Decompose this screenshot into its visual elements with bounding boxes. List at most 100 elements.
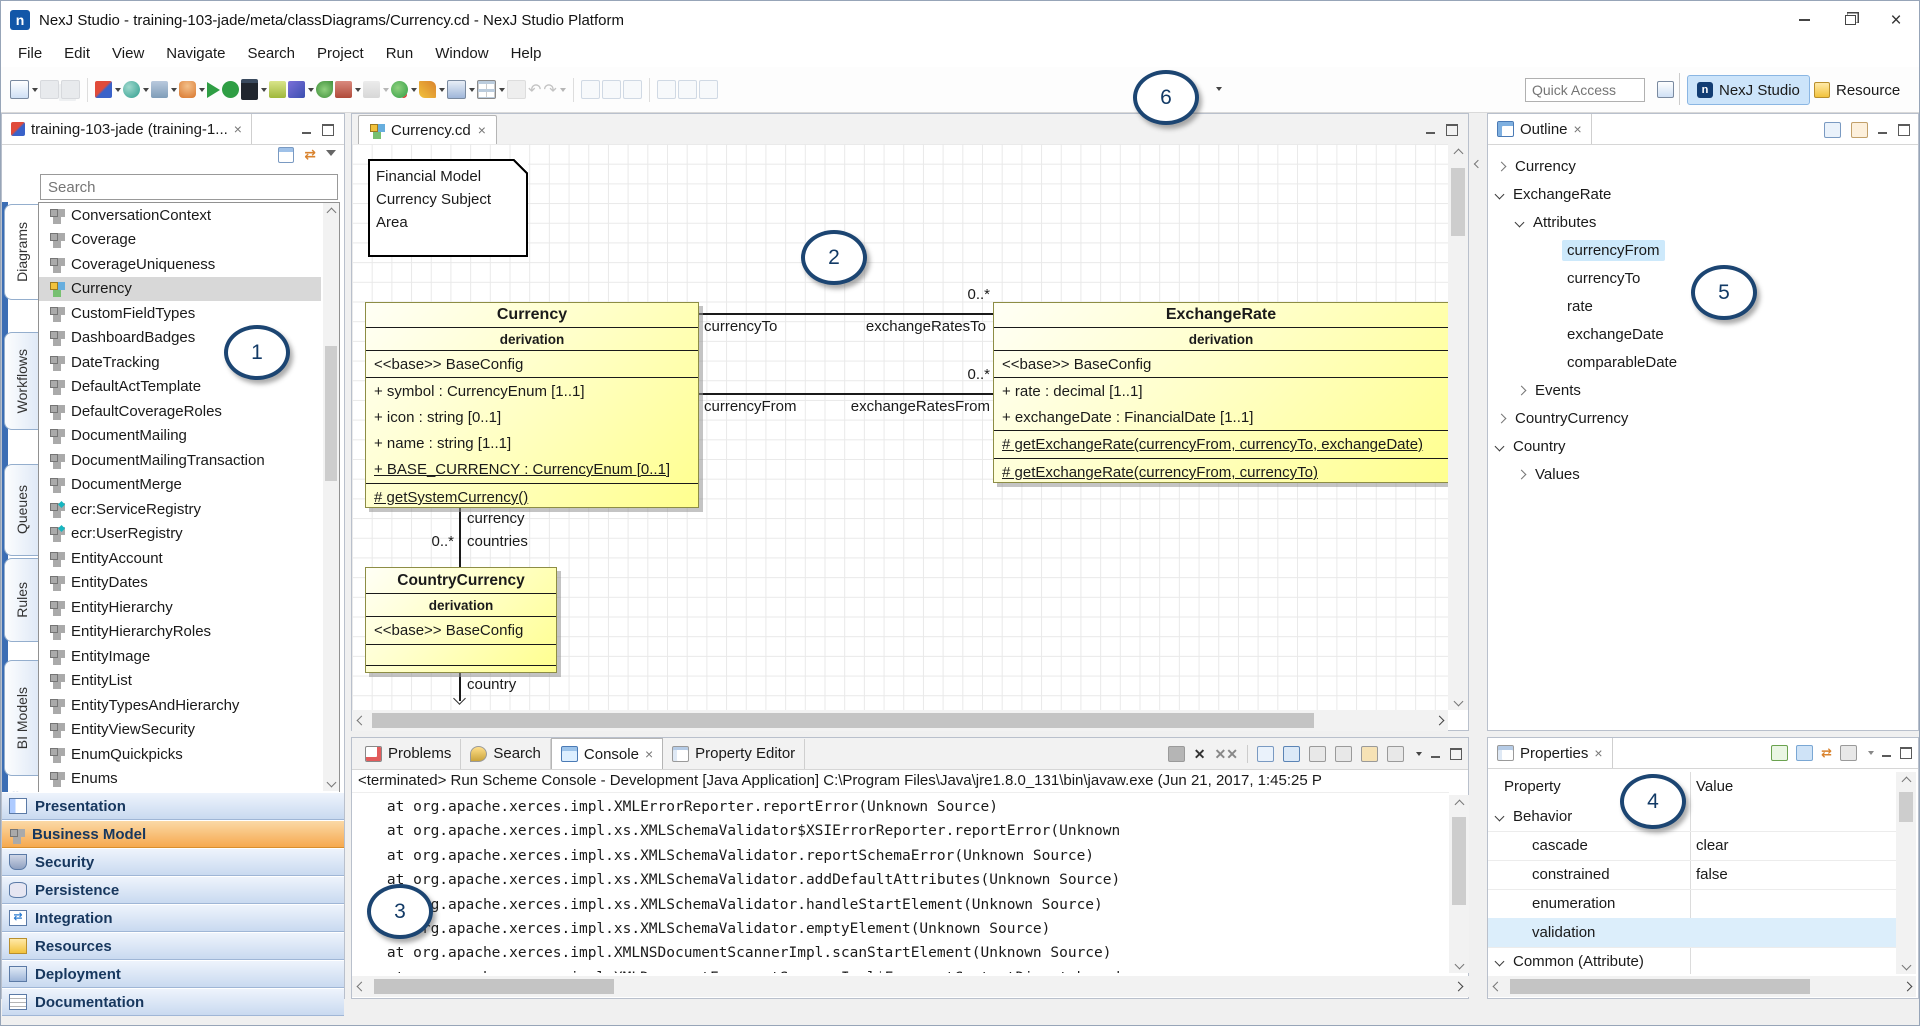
- redo-icon[interactable]: ↷: [543, 77, 565, 103]
- new-from-icon[interactable]: [507, 77, 526, 103]
- section-security[interactable]: Security: [2, 848, 344, 876]
- maximize-panel-icon[interactable]: [322, 124, 334, 136]
- menu-navigate[interactable]: Navigate: [155, 41, 236, 66]
- minimize-panel-icon[interactable]: [1882, 749, 1892, 758]
- tab-rules[interactable]: Rules: [4, 558, 40, 642]
- remove-all-launches-icon[interactable]: ✕✕: [1215, 746, 1238, 763]
- list-item[interactable]: EnumQuickpicks: [39, 742, 321, 767]
- tree-item-country-currency[interactable]: CountryCurrency: [1488, 404, 1908, 432]
- expand-all-icon[interactable]: [1824, 122, 1841, 138]
- console-horizontal-scrollbar[interactable]: [352, 976, 1469, 997]
- pin-console-icon[interactable]: [1361, 746, 1378, 762]
- display-console-icon[interactable]: [1387, 746, 1404, 762]
- list-item[interactable]: EntityTypesAndHierarchy: [39, 693, 321, 718]
- quick-access-input[interactable]: [1525, 78, 1645, 102]
- list-item[interactable]: DocumentMailing: [39, 424, 321, 449]
- list-item[interactable]: ConversationContext: [39, 203, 321, 228]
- close-window-button[interactable]: ×: [1873, 1, 1919, 39]
- list-item[interactable]: EntityAccount: [39, 546, 321, 571]
- tree-item-attributes[interactable]: Attributes: [1488, 208, 1908, 236]
- new-wizard-icon[interactable]: [10, 77, 38, 103]
- minimize-window-button[interactable]: [1781, 1, 1827, 39]
- tab-queues[interactable]: Queues: [4, 464, 40, 556]
- tree-item-currency[interactable]: Currency: [1488, 152, 1908, 180]
- user-icon[interactable]: [179, 77, 205, 103]
- terminate-icon[interactable]: [1168, 746, 1185, 762]
- web-globe-icon[interactable]: [123, 77, 149, 103]
- scroll-lock-icon[interactable]: [1283, 746, 1300, 762]
- list-scrollbar[interactable]: [323, 203, 339, 791]
- tree-item-exchange-date[interactable]: exchangeDate: [1488, 320, 1908, 348]
- section-persistence[interactable]: Persistence: [2, 876, 344, 904]
- remove-launch-icon[interactable]: ✕: [1194, 746, 1206, 763]
- menu-project[interactable]: Project: [306, 41, 375, 66]
- uml-class-exchange-rate[interactable]: ExchangeRate derivation <<base>> BaseCon…: [993, 302, 1448, 483]
- navigator-tab[interactable]: training-103-jade (training-1... ×: [2, 114, 252, 144]
- menu-window[interactable]: Window: [424, 41, 499, 66]
- tree-item-comparable-date[interactable]: comparableDate: [1488, 348, 1908, 376]
- collapse-all-icon[interactable]: [1851, 122, 1868, 138]
- clear-console-icon[interactable]: [1257, 746, 1274, 762]
- property-row-enumeration[interactable]: enumeration: [1488, 889, 1896, 919]
- server-icon[interactable]: [151, 77, 177, 103]
- list-item[interactable]: DocumentMailingTransaction: [39, 448, 321, 473]
- outline-tab[interactable]: Outline ×: [1488, 114, 1592, 144]
- list-item[interactable]: EntityHierarchy: [39, 595, 321, 620]
- align-left-icon[interactable]: [581, 77, 600, 103]
- layout-vertical-icon[interactable]: [678, 77, 697, 103]
- ui-designer-icon[interactable]: [288, 77, 314, 103]
- perspective-nexj-studio[interactable]: n NexJ Studio: [1687, 75, 1810, 105]
- console-vertical-scrollbar[interactable]: [1449, 795, 1469, 973]
- align-right-icon[interactable]: [623, 77, 642, 103]
- package-icon[interactable]: [269, 77, 286, 103]
- search-input[interactable]: [40, 174, 338, 200]
- tree-item-country[interactable]: Country: [1488, 432, 1908, 460]
- section-business-model[interactable]: Business Model: [2, 820, 344, 848]
- list-item[interactable]: EntityViewSecurity: [39, 718, 321, 743]
- list-item[interactable]: DefaultCoverageRoles: [39, 399, 321, 424]
- close-icon[interactable]: ×: [1574, 122, 1582, 136]
- association-line-exchange-to[interactable]: [697, 313, 993, 315]
- view-menu-icon[interactable]: [1416, 752, 1422, 756]
- brush-icon[interactable]: [419, 77, 445, 103]
- view-menu-icon[interactable]: [1868, 751, 1874, 755]
- uml-class-currency[interactable]: Currency derivation <<base>> BaseConfig …: [365, 302, 699, 508]
- table-icon[interactable]: [477, 77, 505, 103]
- column-header-value[interactable]: Value: [1696, 778, 1733, 795]
- section-deployment[interactable]: Deployment: [2, 960, 344, 988]
- restore-window-button[interactable]: [1827, 1, 1873, 39]
- tab-problems[interactable]: Problems: [356, 739, 461, 769]
- new-property-icon[interactable]: [1771, 745, 1788, 761]
- maximize-panel-icon[interactable]: [1450, 748, 1462, 760]
- property-row-validation[interactable]: validation: [1488, 918, 1896, 948]
- tree-item-currency-from[interactable]: currencyFrom: [1488, 236, 1908, 264]
- list-item[interactable]: CustomFieldTypes: [39, 301, 321, 326]
- list-item[interactable]: ecr:ServiceRegistry: [39, 497, 321, 522]
- mail-deploy-icon[interactable]: [335, 77, 361, 103]
- minimize-panel-icon[interactable]: [1431, 750, 1441, 759]
- editor-vertical-scrollbar[interactable]: [1448, 144, 1468, 710]
- scheme-icon[interactable]: [316, 77, 333, 103]
- list-item[interactable]: Coverage: [39, 228, 321, 253]
- perspective-resource[interactable]: Resource: [1805, 75, 1909, 105]
- close-icon[interactable]: ×: [478, 123, 486, 137]
- layout-horizontal-icon[interactable]: [657, 77, 676, 103]
- view-menu-icon[interactable]: [326, 150, 336, 161]
- menu-search[interactable]: Search: [236, 41, 306, 66]
- validate-icon[interactable]: [222, 77, 239, 103]
- list-item[interactable]: Enums: [39, 767, 321, 792]
- show-stdout-icon[interactable]: [1335, 746, 1352, 762]
- minimize-panel-icon[interactable]: [302, 126, 312, 135]
- list-item[interactable]: EntityDates: [39, 571, 321, 596]
- close-icon[interactable]: ×: [1594, 746, 1602, 760]
- list-item[interactable]: ecr:UserRegistry: [39, 522, 321, 547]
- menu-edit[interactable]: Edit: [53, 41, 101, 66]
- section-documentation[interactable]: Documentation: [2, 988, 344, 1016]
- save-icon[interactable]: [40, 77, 59, 103]
- uml-class-country-currency[interactable]: CountryCurrency derivation <<base>> Base…: [365, 567, 557, 673]
- list-item[interactable]: EntityHierarchyRoles: [39, 620, 321, 645]
- property-row-cascade[interactable]: cascadeclear: [1488, 831, 1896, 861]
- chart-icon[interactable]: [363, 77, 389, 103]
- menu-run[interactable]: Run: [375, 41, 425, 66]
- collapse-sash-icon[interactable]: [1474, 160, 1482, 168]
